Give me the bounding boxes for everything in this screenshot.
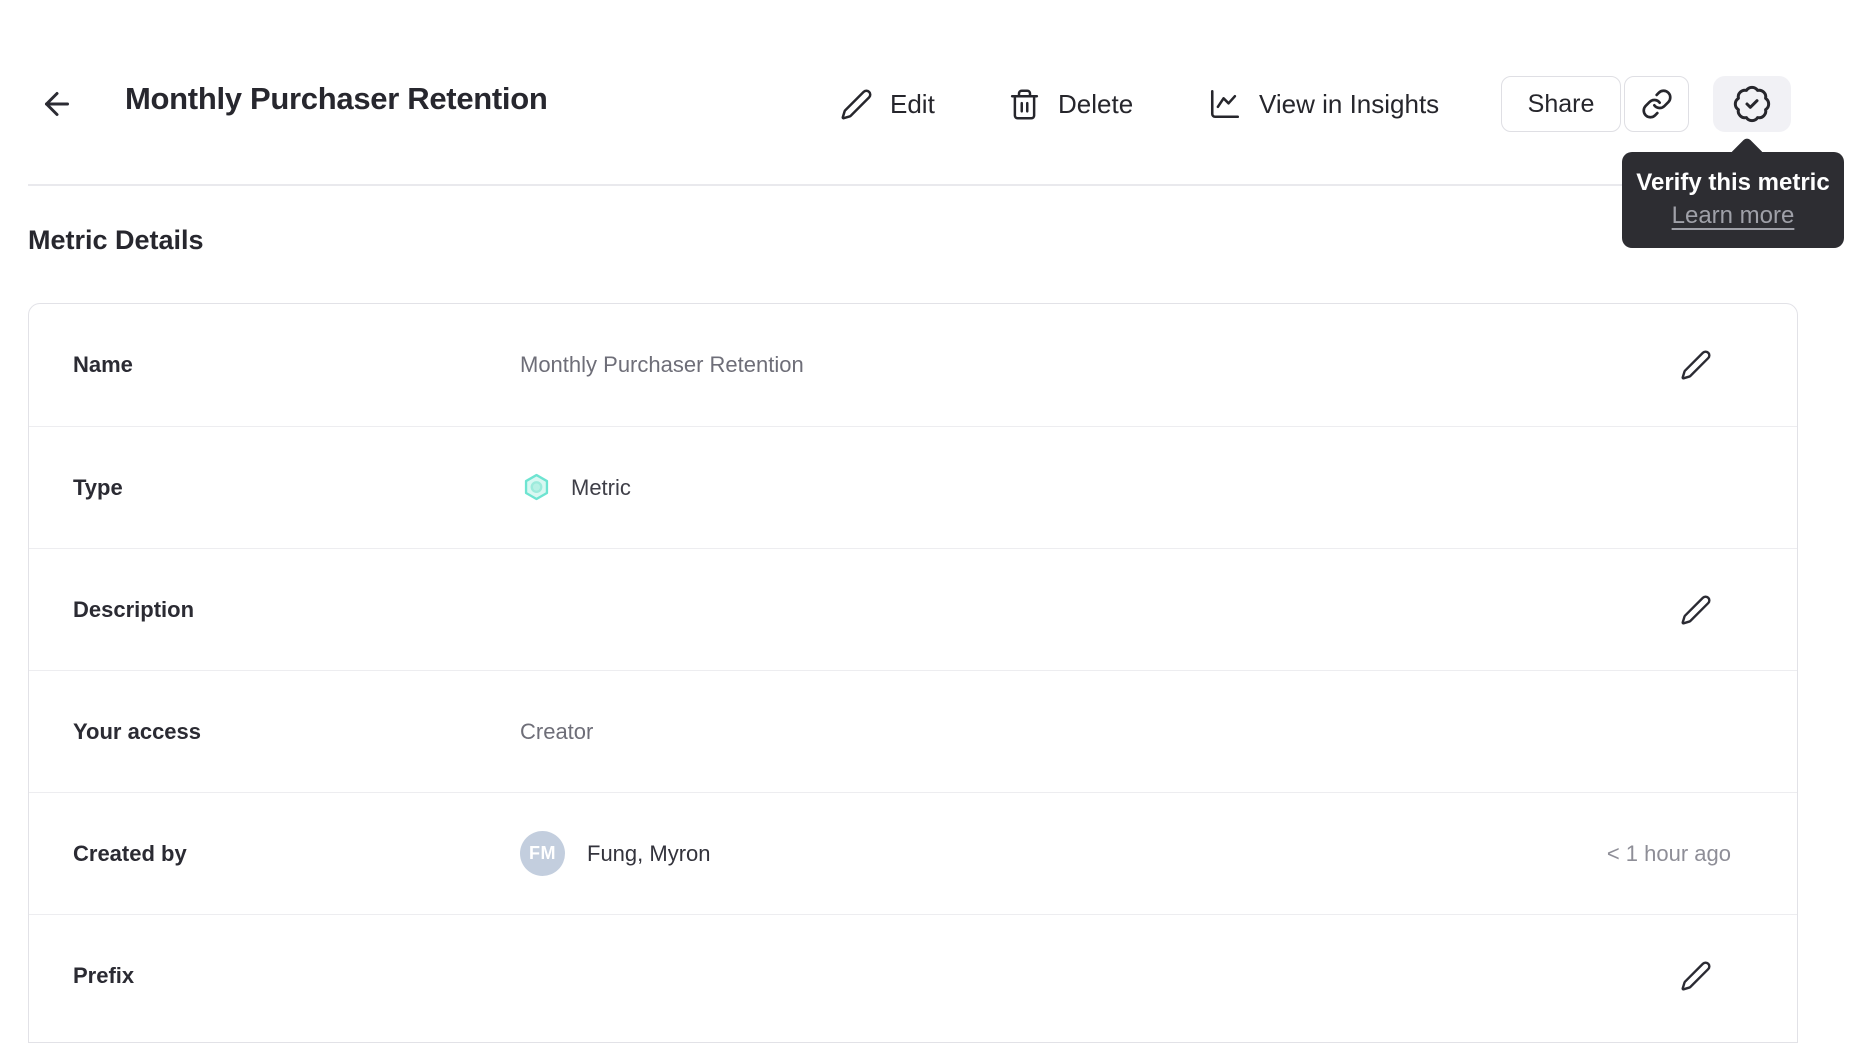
copy-link-button[interactable]: [1624, 76, 1689, 132]
row-prefix-label: Prefix: [73, 962, 135, 988]
delete-button[interactable]: Delete: [1008, 76, 1133, 132]
share-button-label: Share: [1527, 89, 1595, 118]
learn-more-link[interactable]: Learn more: [1672, 199, 1795, 232]
avatar: FM: [520, 831, 565, 876]
created-timestamp: < 1 hour ago: [1606, 840, 1731, 866]
edit-button-label: Edit: [890, 88, 935, 119]
edit-button[interactable]: Edit: [840, 76, 935, 132]
metric-details-card: Name Monthly Purchaser Retention Type Me…: [28, 303, 1798, 1043]
edit-name-button[interactable]: [1678, 347, 1714, 383]
verify-metric-button[interactable]: [1713, 76, 1791, 132]
row-type: Type Metric: [29, 426, 1797, 548]
row-name-value: Monthly Purchaser Retention: [520, 352, 804, 377]
row-created-by: Created by FM Fung, Myron < 1 hour ago: [29, 792, 1797, 914]
row-your-access-value: Creator: [520, 718, 594, 744]
page-header: Monthly Purchaser Retention Edit Delete …: [0, 76, 1850, 132]
pencil-icon: [1680, 349, 1712, 381]
row-your-access-label: Your access: [73, 718, 202, 744]
row-type-label: Type: [73, 474, 123, 500]
back-button[interactable]: [34, 82, 80, 126]
pencil-icon: [1680, 960, 1712, 992]
link-icon: [1641, 88, 1673, 120]
delete-button-label: Delete: [1058, 88, 1134, 119]
arrow-left-icon: [39, 86, 75, 122]
header-divider: [28, 184, 1822, 186]
row-description: Description: [29, 548, 1797, 670]
share-button[interactable]: Share: [1501, 76, 1621, 132]
row-your-access: Your access Creator: [29, 670, 1797, 792]
badge-check-icon: [1732, 84, 1772, 124]
tooltip-title: Verify this metric: [1636, 169, 1830, 196]
creator-name: Fung, Myron: [587, 840, 711, 866]
pencil-icon: [1680, 594, 1712, 626]
row-description-label: Description: [73, 596, 195, 622]
line-chart-icon: [1208, 87, 1242, 121]
metric-hexagon-icon: [520, 471, 553, 505]
edit-description-button[interactable]: [1678, 592, 1714, 628]
pencil-icon: [840, 88, 873, 121]
page-title: Monthly Purchaser Retention: [125, 81, 548, 116]
edit-prefix-button[interactable]: [1678, 958, 1714, 994]
row-prefix: Prefix: [29, 914, 1797, 1036]
view-in-insights-button[interactable]: View in Insights: [1208, 76, 1439, 132]
row-type-value: Metric: [571, 474, 631, 500]
view-in-insights-label: View in Insights: [1259, 88, 1440, 119]
row-created-by-label: Created by: [73, 840, 187, 866]
row-name: Name Monthly Purchaser Retention: [29, 304, 1797, 426]
verify-tooltip: Verify this metric Learn more: [1622, 136, 1844, 248]
trash-icon: [1008, 88, 1041, 121]
section-title: Metric Details: [28, 225, 204, 255]
row-name-label: Name: [73, 352, 133, 377]
